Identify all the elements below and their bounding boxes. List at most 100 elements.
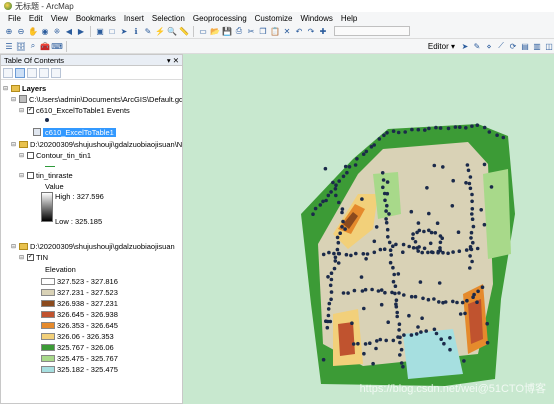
menu-edit[interactable]: Edit (25, 14, 47, 23)
forward-icon[interactable]: ▶ (76, 26, 86, 36)
toc-options-icon[interactable] (51, 67, 61, 78)
visibility-checkbox[interactable] (27, 151, 34, 159)
edit-tool-icon[interactable]: ➤ (460, 41, 470, 51)
point-feature (379, 288, 384, 292)
attributes-icon[interactable]: ▤ (520, 41, 530, 51)
clear-selection-icon[interactable]: □ (107, 26, 117, 36)
menu-bookmarks[interactable]: Bookmarks (72, 14, 120, 23)
python-icon[interactable]: ⌨ (51, 41, 63, 51)
menu-file[interactable]: File (4, 14, 25, 23)
rotate-icon[interactable]: ⟳ (508, 41, 518, 51)
menu-view[interactable]: View (47, 14, 72, 23)
sketch-icon[interactable]: ✎ (472, 41, 482, 51)
pan-icon[interactable]: ✋ (28, 26, 38, 36)
table-label[interactable]: c610_ExcelToTable1 (43, 127, 116, 137)
add-data-icon[interactable]: ✚ (318, 26, 328, 36)
menu-windows[interactable]: Windows (296, 14, 336, 23)
measure-icon[interactable]: 📏 (179, 26, 189, 36)
tree-row-contour[interactable]: ⊟ Contour_tin_tin1 (19, 150, 91, 160)
tree-row-raster[interactable]: ⊟ tin_tinraste (19, 170, 73, 180)
hyperlink-icon[interactable]: ⚡ (155, 26, 165, 36)
list-by-visibility-icon[interactable] (27, 67, 37, 78)
collapse-icon[interactable]: ⊟ (3, 85, 9, 92)
full-extent-icon[interactable]: ◉ (40, 26, 50, 36)
undo-icon[interactable]: ↶ (294, 26, 304, 36)
tin-surface-map[interactable] (183, 54, 554, 404)
table-of-contents-panel: Table Of Contents ▾ ✕ ⊟ Layers ⊟ C:\User… (0, 54, 183, 404)
identify-icon[interactable]: ℹ (131, 26, 141, 36)
sketch-props-icon[interactable]: ▥ (532, 41, 542, 51)
create-features-icon[interactable]: ◫ (544, 41, 554, 51)
catalog-icon[interactable]: 🗄 (16, 41, 26, 51)
menu-geoprocessing[interactable]: Geoprocessing (189, 14, 251, 23)
folder-tin-label: D:\20200309\shujushouji\gdalzuobiaojisua… (30, 241, 175, 251)
visibility-checkbox[interactable]: ✓ (27, 106, 34, 114)
select-elements-icon[interactable]: ➤ (119, 26, 129, 36)
paste-icon[interactable]: 📋 (270, 26, 280, 36)
back-icon[interactable]: ◀ (64, 26, 74, 36)
point-feature (420, 250, 424, 255)
point-feature (372, 143, 376, 147)
visibility-checkbox[interactable] (27, 171, 34, 179)
menu-help[interactable]: Help (337, 14, 361, 23)
collapse-icon[interactable]: ⊟ (11, 96, 17, 103)
collapse-icon[interactable]: ⊟ (19, 152, 25, 159)
menu-customize[interactable]: Customize (251, 14, 297, 23)
collapse-icon[interactable]: ⊟ (19, 254, 25, 261)
print-icon[interactable]: ⎙ (234, 26, 244, 36)
tree-row-gdb[interactable]: ⊟ C:\Users\admin\Documents\ArcGIS\Defaul… (11, 94, 182, 104)
point-feature (416, 221, 421, 225)
list-by-source-icon[interactable] (15, 67, 25, 78)
tree-row-folder-tin[interactable]: ⊟ D:\20200309\shujushouji\gdalzuobiaojis… (11, 241, 175, 251)
collapse-icon[interactable]: ⊟ (11, 141, 17, 148)
toc-window-controls[interactable]: ▾ ✕ (167, 56, 179, 65)
menu-insert[interactable]: Insert (120, 14, 148, 23)
copy-icon[interactable]: ❐ (258, 26, 268, 36)
point-feature (468, 186, 473, 191)
collapse-icon[interactable]: ⊟ (19, 172, 25, 179)
tree-row-tin[interactable]: ⊟ ✓ TIN (19, 252, 48, 262)
map-view[interactable]: https://blog.csdn.net/wei@51CTO博客 (183, 54, 554, 404)
select-features-icon[interactable]: ▣ (95, 26, 105, 36)
point-feature (440, 236, 445, 240)
list-by-selection-icon[interactable] (39, 67, 49, 78)
menu-selection[interactable]: Selection (148, 14, 189, 23)
point-feature (332, 251, 336, 256)
list-by-drawing-order-icon[interactable] (3, 67, 13, 78)
point-feature (426, 250, 430, 255)
point-feature (328, 319, 333, 324)
tin-layer-label: TIN (36, 252, 49, 262)
find-icon[interactable]: 🔍 (167, 26, 177, 36)
tin-legend-class: 326.06 - 326.353 (41, 331, 114, 341)
window-title: 无标题 - ArcMap (15, 1, 74, 11)
point-feature (471, 224, 476, 229)
arctoolbox-icon[interactable]: 🧰 (40, 41, 50, 51)
cut-icon[interactable]: ✂ (246, 26, 256, 36)
delete-icon[interactable]: ✕ (282, 26, 292, 36)
point-feature (353, 163, 358, 167)
search-icon[interactable]: ⌕ (28, 41, 38, 51)
fixed-zoom-icon[interactable]: ⁜ (52, 26, 62, 36)
tree-row-table[interactable]: c610_ExcelToTable1 (33, 127, 116, 137)
open-icon[interactable]: 📂 (210, 26, 220, 36)
collapse-icon[interactable]: ⊟ (19, 107, 25, 114)
scale-input[interactable] (334, 26, 410, 36)
vertex-icon[interactable]: ⋄ (484, 41, 494, 51)
tree-row-folder-n[interactable]: ⊟ D:\20200309\shujushouji\gdalzuobiaojis… (11, 139, 182, 149)
save-icon[interactable]: 💾 (222, 26, 232, 36)
zoom-out-icon[interactable]: ⊖ (16, 26, 26, 36)
html-popup-icon[interactable]: ✎ (143, 26, 153, 36)
split-icon[interactable]: ⟋ (496, 41, 506, 51)
tree-row-layers[interactable]: ⊟ Layers (3, 83, 46, 93)
editor-menu-button[interactable]: Editor ▾ (425, 42, 458, 51)
zoom-in-icon[interactable]: ⊕ (4, 26, 14, 36)
point-feature (409, 294, 414, 299)
visibility-checkbox[interactable]: ✓ (27, 253, 34, 261)
toc-icon[interactable]: ☰ (4, 41, 14, 51)
redo-icon[interactable]: ↷ (306, 26, 316, 36)
collapse-icon[interactable]: ⊟ (11, 243, 17, 250)
tree-row-events[interactable]: ⊟ ✓ c610_ExcelToTable1 Events (19, 105, 130, 115)
point-feature (354, 251, 358, 256)
point-feature (397, 322, 402, 327)
new-document-icon[interactable]: ▭ (198, 26, 208, 36)
